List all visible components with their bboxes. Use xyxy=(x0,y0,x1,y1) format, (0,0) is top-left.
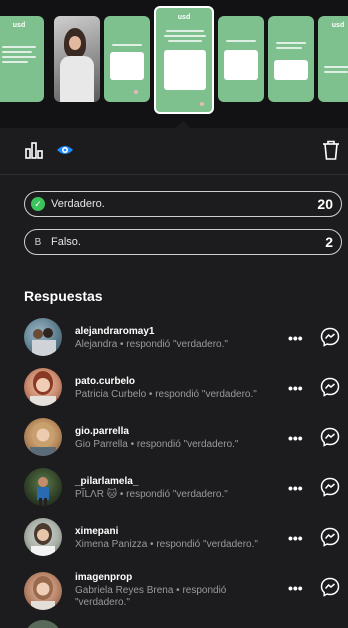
response-row[interactable]: ximepani Ximena Panizza • respondió "ver… xyxy=(0,518,348,570)
response-username[interactable]: imagenprop xyxy=(75,572,132,583)
story-logo: usd xyxy=(177,14,191,21)
response-row[interactable]: gio.parrella Gio Parrella • respondió "v… xyxy=(0,418,348,470)
response-username[interactable]: alejandraromay1 xyxy=(75,326,155,337)
response-detail: Gabriela Reyes Brena • respondió "verdad… xyxy=(75,585,227,608)
response-username[interactable]: gio.parrella xyxy=(75,426,129,437)
story-thumbnail-selected[interactable]: usd xyxy=(154,6,214,114)
messenger-icon[interactable] xyxy=(320,477,340,497)
more-options-icon[interactable]: ••• xyxy=(288,480,303,496)
avatar[interactable] xyxy=(24,572,62,610)
poll-option-label: Falso. xyxy=(51,236,81,248)
bar-chart-icon[interactable] xyxy=(24,140,44,165)
poll-option-count: 20 xyxy=(317,196,333,212)
response-username[interactable]: ximepani xyxy=(75,526,118,537)
poll-option-label: Verdadero. xyxy=(51,198,105,210)
more-options-icon[interactable]: ••• xyxy=(288,380,303,396)
response-row[interactable]: pato.curbelo Patricia Curbelo • respondi… xyxy=(0,368,348,420)
responses-title: Respuestas xyxy=(24,288,103,304)
avatar[interactable] xyxy=(24,468,62,506)
response-detail: PĨLΛR 🐱 • respondió "verdadero." xyxy=(75,489,228,500)
response-username[interactable]: _pilarlamela_ xyxy=(75,476,138,487)
response-row[interactable]: _pilarlamela_ PĨLΛR 🐱 • respondió "verda… xyxy=(0,468,348,520)
story-insights-toolbar xyxy=(0,128,348,174)
avatar[interactable] xyxy=(24,368,62,406)
response-detail: Alejandra • respondió "verdadero." xyxy=(75,339,228,350)
story-thumbnail[interactable] xyxy=(104,16,150,102)
poll-option-true[interactable]: ✓ Verdadero. 20 xyxy=(24,191,342,217)
poll-option-count: 2 xyxy=(325,234,333,250)
selected-story-caret xyxy=(175,121,191,128)
toolbar-divider xyxy=(0,174,348,175)
response-username[interactable]: pato.curbelo xyxy=(75,376,135,387)
avatar[interactable] xyxy=(24,318,62,356)
story-thumbnail[interactable] xyxy=(268,16,314,102)
response-detail: Gio Parrella • respondió "verdadero." xyxy=(75,439,239,450)
story-thumbnail-photo[interactable] xyxy=(54,16,100,102)
avatar[interactable] xyxy=(24,518,62,556)
option-letter: B xyxy=(34,236,42,248)
more-options-icon[interactable]: ••• xyxy=(288,580,303,596)
story-logo: usd xyxy=(331,22,345,29)
response-detail: Ximena Panizza • respondió "verdadero." xyxy=(75,539,258,550)
eye-icon[interactable] xyxy=(56,142,74,163)
check-icon: ✓ xyxy=(31,197,45,211)
trash-icon[interactable] xyxy=(322,140,340,165)
avatar[interactable] xyxy=(24,418,62,456)
messenger-icon[interactable] xyxy=(320,427,340,447)
poll-option-false[interactable]: B Falso. 2 xyxy=(24,229,342,255)
story-thumbnail[interactable] xyxy=(218,16,264,102)
story-thumbnail[interactable]: usd xyxy=(0,16,44,102)
more-options-icon[interactable]: ••• xyxy=(288,330,303,346)
story-logo: usd xyxy=(12,22,26,29)
story-strip[interactable]: usd usd usd xyxy=(0,0,348,128)
more-options-icon[interactable]: ••• xyxy=(288,430,303,446)
messenger-icon[interactable] xyxy=(320,377,340,397)
response-row[interactable]: imagenprop Gabriela Reyes Brena • respon… xyxy=(0,568,348,624)
messenger-icon[interactable] xyxy=(320,527,340,547)
messenger-icon[interactable] xyxy=(320,327,340,347)
response-row[interactable]: alejandraromay1 Alejandra • respondió "v… xyxy=(0,318,348,370)
messenger-icon[interactable] xyxy=(320,577,340,597)
more-options-icon[interactable]: ••• xyxy=(288,530,303,546)
story-thumbnail[interactable]: usd xyxy=(318,16,348,102)
response-detail: Patricia Curbelo • respondió "verdadero.… xyxy=(75,389,257,400)
